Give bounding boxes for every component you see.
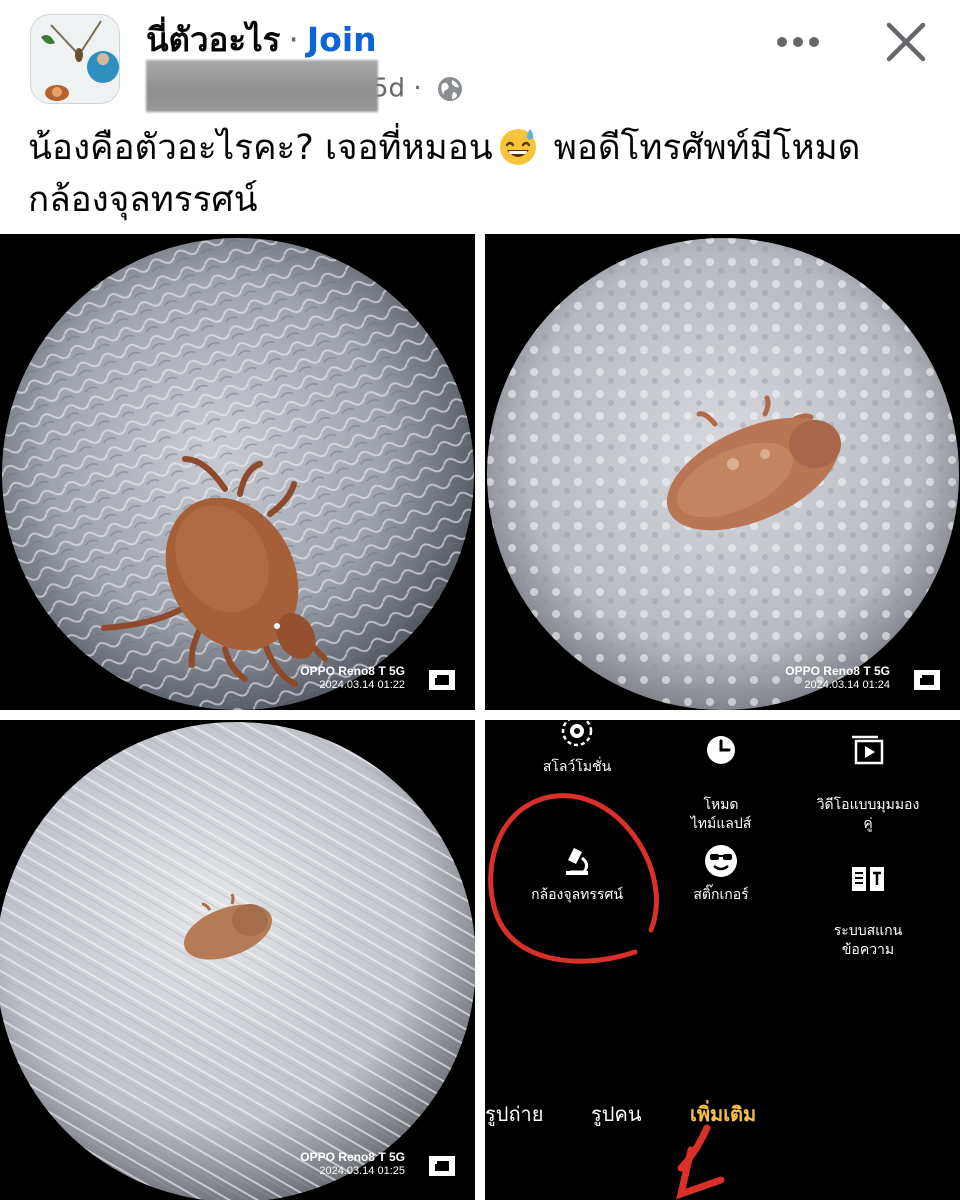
tab-more[interactable]: เพิ่มเติม (690, 1098, 756, 1130)
microscope-photo-1 (2, 238, 474, 710)
photo-1-timestamp: 2024.03.14 01:22 (319, 679, 405, 691)
expand-icon[interactable] (912, 668, 942, 692)
tab-portrait[interactable]: รูปคน (591, 1098, 642, 1130)
photo-1-camera: OPPO Reno8 T 5G (300, 664, 405, 678)
group-name-link[interactable]: นี่ตัวอะไร (146, 20, 280, 59)
tab-photo[interactable]: รูปถ่าย (485, 1098, 544, 1130)
photo-4-camera-menu[interactable]: สโลว์โมชั่น โหมด ไทม์แลปส์ วิดีโอแบบมุมม… (485, 720, 960, 1200)
post-header: นี่ตัวอะไร · Join 5d · (0, 0, 960, 120)
post-text-part2: พอดีโทรศัพท์มีโหมด (553, 128, 861, 168)
photo-2[interactable]: OPPO Reno8 T 5G 2024.03.14 01:24 (485, 234, 960, 710)
photo-2-watermark: OPPO Reno8 T 5G 2024.03.14 01:24 (785, 664, 890, 693)
expand-icon[interactable] (427, 1154, 457, 1178)
grinning-face-with-sweat-icon (499, 129, 536, 165)
title-separator: · (288, 20, 299, 59)
photo-2-camera: OPPO Reno8 T 5G (785, 664, 890, 678)
photo-3-camera: OPPO Reno8 T 5G (300, 1150, 405, 1164)
join-button[interactable]: Join (307, 20, 377, 59)
expand-icon[interactable] (427, 668, 457, 692)
photo-1[interactable]: OPPO Reno8 T 5G 2024.03.14 01:22 (0, 234, 475, 710)
group-avatar[interactable] (30, 14, 120, 104)
more-options-icon[interactable] (770, 18, 826, 66)
redacted-author-name (146, 60, 378, 112)
photo-3-timestamp: 2024.03.14 01:25 (319, 1165, 405, 1177)
post-text-part1: น้องคือตัวอะไรคะ? เจอที่หมอน (28, 128, 493, 168)
photo-2-timestamp: 2024.03.14 01:24 (804, 679, 890, 691)
post-body-text: น้องคือตัวอะไรคะ? เจอที่หมอน พอดีโทรศัพท… (28, 122, 928, 226)
microscope-photo-3 (0, 722, 475, 1200)
post-meta: 5d · (146, 60, 464, 112)
photo-3-watermark: OPPO Reno8 T 5G 2024.03.14 01:25 (300, 1150, 405, 1179)
photo-1-watermark: OPPO Reno8 T 5G 2024.03.14 01:22 (300, 664, 405, 693)
meta-separator: · (413, 73, 422, 104)
microscope-photo-2 (487, 238, 959, 710)
post-text-line2: กล้องจุลทรรศน์ (28, 180, 258, 220)
close-icon[interactable] (880, 16, 932, 68)
photo-3[interactable]: OPPO Reno8 T 5G 2024.03.14 01:25 (0, 720, 475, 1200)
globe-icon (437, 77, 462, 101)
post-title-line: นี่ตัวอะไร · Join (146, 16, 377, 64)
